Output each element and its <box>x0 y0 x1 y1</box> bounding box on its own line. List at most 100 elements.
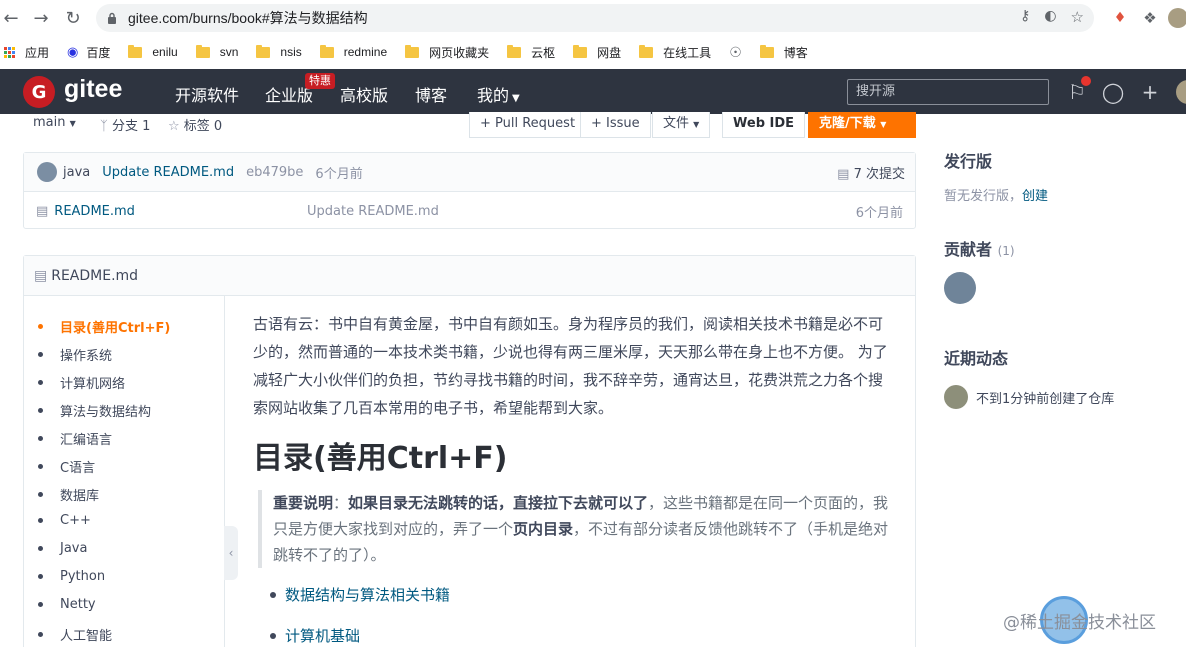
avatar[interactable] <box>944 385 968 409</box>
eye-off-icon[interactable]: ◐ <box>1044 8 1056 26</box>
profile-icon[interactable] <box>1166 6 1186 30</box>
pull-request-button[interactable]: + Pull Request <box>469 112 587 138</box>
file-icon: ▤ <box>34 267 48 284</box>
forward-icon[interactable]: → <box>26 3 56 33</box>
repo-toolbar: main ▼ ᛉ 分支 1 ☆ 标签 0 + Pull Request + Is… <box>0 112 920 138</box>
toc-collapse-handle[interactable]: ‹ <box>224 526 238 580</box>
bookmark-apps[interactable]: 应用 <box>4 44 49 61</box>
toc-item[interactable]: 算法与数据结构 <box>38 401 151 420</box>
toc-item[interactable]: Netty <box>38 597 96 612</box>
toc-item[interactable]: 汇编语言 <box>38 429 112 448</box>
chevron-left-icon: ‹ <box>228 546 234 560</box>
bookmark-folder[interactable]: 云枢 <box>507 44 555 61</box>
readme-note: 重要说明：如果目录无法跳转的话，直接拉下去就可以了，这些书籍都是在同一个页面的，… <box>258 490 890 568</box>
toc-item[interactable]: C语言 <box>38 457 95 476</box>
activity-title: 近期动态 <box>944 349 1009 368</box>
caret-down-icon: ▼ <box>512 93 520 104</box>
toc-item[interactable]: Python <box>38 569 105 584</box>
address-bar[interactable]: gitee.com/burns/book#算法与数据结构 ⚷ ◐ ☆ <box>96 4 1094 32</box>
bookmark-folder[interactable]: svn <box>195 44 238 59</box>
readme-title: README.md <box>51 267 139 284</box>
bookmark-globe[interactable]: ☉ <box>729 44 742 61</box>
branch-icon: ᛉ <box>100 119 108 134</box>
avatar[interactable] <box>944 272 976 304</box>
puzzle-icon[interactable]: ❖ <box>1138 6 1162 30</box>
file-list: java Update README.md eb479be 6个月前 ▤ 7 次… <box>23 152 916 229</box>
file-icon: ▤ <box>36 203 49 219</box>
bookmark-baidu[interactable]: ◉ 百度 <box>67 44 110 61</box>
back-icon[interactable]: ← <box>0 3 26 33</box>
issue-button[interactable]: + Issue <box>580 112 651 138</box>
folder-icon <box>128 44 143 58</box>
toc-item[interactable]: 目录(善用Ctrl+F) <box>38 317 170 336</box>
activity-text: 不到1分钟前创建了仓库 <box>976 391 1115 407</box>
plus-icon[interactable]: + <box>1139 80 1161 104</box>
folder-icon <box>405 44 420 58</box>
bookmark-folder[interactable]: 博客 <box>759 44 808 61</box>
commit-time: 6个月前 <box>315 166 363 182</box>
create-release-link[interactable]: 创建 <box>1022 189 1048 204</box>
branch-select[interactable]: main ▼ <box>33 115 76 130</box>
notification-dot <box>1081 76 1091 86</box>
nav-mine[interactable]: 我的 ▼ <box>477 82 520 106</box>
caret-down-icon: ▼ <box>880 120 887 129</box>
list-item[interactable]: 计算机基础 <box>270 625 360 646</box>
star-icon[interactable]: ☆ <box>1071 8 1084 26</box>
site-header: G gitee 开源软件 企业版 特惠 高校版 博客 我的 ▼ 搜开源 ⚐ ◯ + <box>0 69 1186 114</box>
release-text: 暂无发行版，创建 <box>944 189 1049 204</box>
search-input[interactable]: 搜开源 <box>847 79 1049 105</box>
tags-link[interactable]: ☆ 标签 0 <box>168 115 222 134</box>
browser-toolbar: ← → ↻ gitee.com/burns/book#算法与数据结构 ⚷ ◐ ☆… <box>0 0 1186 36</box>
commit-message[interactable]: Update README.md <box>102 165 234 180</box>
clone-download-button[interactable]: 克隆/下载 ▼ <box>808 112 916 138</box>
bookmark-folder[interactable]: redmine <box>319 44 387 59</box>
table-row: ▤ README.md Update README.md 6个月前 <box>24 193 915 229</box>
apps-grid-icon <box>4 46 15 58</box>
toc-item[interactable]: 人工智能 <box>38 625 112 644</box>
bookmark-folder[interactable]: 网页收藏夹 <box>405 44 489 61</box>
lightbulb-icon[interactable]: ◯ <box>1102 80 1124 104</box>
avatar[interactable] <box>37 162 57 182</box>
bookmark-folder[interactable]: 在线工具 <box>639 44 711 61</box>
file-menu-button[interactable]: 文件 ▼ <box>652 112 711 138</box>
baidu-paw-icon: ◉ <box>67 44 79 59</box>
bookmark-folder[interactable]: 网盘 <box>573 44 621 61</box>
caret-down-icon: ▼ <box>69 119 76 128</box>
toc-item[interactable]: 操作系统 <box>38 345 112 364</box>
toc-item[interactable]: 计算机网络 <box>38 373 125 392</box>
gitee-logo-icon[interactable]: G <box>23 76 55 108</box>
commit-count[interactable]: ▤ 7 次提交 <box>837 163 905 182</box>
readme-intro: 古语有云：书中自有黄金屋，书中自有颜如玉。身为程序员的我们，阅读相关技术书籍是必… <box>253 315 888 417</box>
file-commit-message[interactable]: Update README.md <box>307 204 439 219</box>
key-icon[interactable]: ⚷ <box>1020 8 1030 26</box>
toc-item[interactable]: Java <box>38 541 87 556</box>
file-icon: ▤ <box>837 166 850 182</box>
folder-icon <box>573 44 588 58</box>
readme-content: 古语有云：书中自有黄金屋，书中自有颜如玉。身为程序员的我们，阅读相关技术书籍是必… <box>253 310 893 422</box>
nav-blog[interactable]: 博客 <box>415 82 447 106</box>
commit-hash[interactable]: eb479be <box>246 165 303 180</box>
commit-author[interactable]: java <box>63 165 90 180</box>
readme-heading: 目录(善用Ctrl+F) <box>253 441 508 476</box>
lock-icon <box>108 12 116 24</box>
list-item[interactable]: 数据结构与算法相关书籍 <box>270 584 450 605</box>
extension-icon[interactable]: ♦ <box>1108 6 1132 30</box>
brand-name[interactable]: gitee <box>64 75 122 104</box>
hot-badge: 特惠 <box>305 73 335 89</box>
reload-icon[interactable]: ↻ <box>58 3 88 33</box>
web-ide-button[interactable]: Web IDE <box>722 112 806 138</box>
globe-icon: ☉ <box>729 43 742 60</box>
toc-item[interactable]: C++ <box>38 513 91 528</box>
bookmark-folder[interactable]: nsis <box>256 44 302 59</box>
folder-icon <box>195 44 210 58</box>
branches-link[interactable]: ᛉ 分支 1 <box>100 115 150 134</box>
file-name[interactable]: README.md <box>54 204 135 219</box>
release-title: 发行版 <box>944 152 993 171</box>
nav-education[interactable]: 高校版 <box>340 82 388 106</box>
bookmarks-bar: 应用 ◉ 百度 enilu svn nsis redmine 网页收藏夹 云枢 网… <box>0 36 1186 68</box>
bookmark-folder[interactable]: enilu <box>128 44 178 59</box>
toc-item[interactable]: 数据库 <box>38 485 99 504</box>
latest-commit: java Update README.md eb479be 6个月前 ▤ 7 次… <box>24 153 915 192</box>
nav-open-source[interactable]: 开源软件 <box>175 82 239 106</box>
file-time: 6个月前 <box>855 205 903 221</box>
